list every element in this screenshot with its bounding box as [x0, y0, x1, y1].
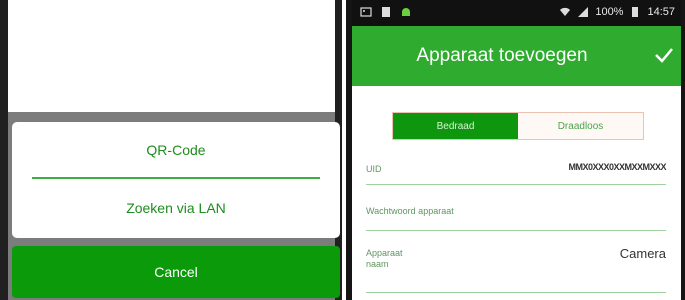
page-title: Apparaat toevoegen	[416, 45, 588, 66]
signal-icon	[578, 7, 589, 17]
name-label: Apparaat naam	[366, 248, 403, 269]
field-underline	[366, 292, 666, 293]
uid-label: UID	[366, 164, 382, 174]
field-underline	[366, 184, 666, 185]
status-bar: 100% 14:57	[352, 0, 681, 26]
add-method-dialog: QR-Code Zoeken via LAN	[12, 122, 340, 238]
device-name-field[interactable]: Apparaat naam Camera	[366, 236, 666, 288]
device-password-field[interactable]: Wachtwoord apparaat	[366, 198, 666, 234]
notification-icons	[360, 6, 412, 18]
field-underline	[366, 230, 666, 231]
phone-frame-right	[681, 0, 685, 300]
tab-wireless[interactable]: Draadloos	[518, 113, 643, 139]
status-indicators: 100% 14:57	[559, 6, 675, 18]
app-bar: Apparaat toevoegen	[352, 26, 681, 86]
left-phone-screenshot: QR-Code Zoeken via LAN Cancel	[0, 0, 342, 300]
connection-type-toggle: Bedraad Draadloos	[392, 112, 644, 140]
app-notification-icon	[382, 7, 390, 17]
uid-value: MMX0XXX0XXMXXMXXX	[568, 162, 666, 172]
add-device-form: Bedraad Draadloos UID MMX0XXX0XXMXXMXXX …	[352, 86, 681, 300]
cancel-button[interactable]: Cancel	[12, 246, 340, 298]
image-icon	[360, 7, 372, 17]
dialog-divider	[32, 177, 320, 179]
right-phone-screenshot: 100% 14:57 Apparaat toevoegen Bedraad Dr…	[346, 0, 685, 300]
wifi-icon	[560, 7, 571, 16]
battery-percent: 100%	[595, 6, 624, 18]
clock: 14:57	[647, 6, 675, 18]
qr-code-option[interactable]: QR-Code	[12, 122, 340, 178]
uid-field[interactable]: UID MMX0XXX0XXMXXMXXX	[366, 154, 666, 190]
name-value: Camera	[619, 246, 666, 261]
android-icon	[402, 8, 410, 16]
battery-icon	[632, 7, 639, 17]
tab-wired[interactable]: Bedraad	[393, 113, 518, 139]
check-icon[interactable]	[653, 44, 675, 66]
search-lan-option[interactable]: Zoeken via LAN	[12, 180, 340, 236]
password-label: Wachtwoord apparaat	[366, 206, 454, 216]
phone-frame-left	[0, 0, 8, 300]
